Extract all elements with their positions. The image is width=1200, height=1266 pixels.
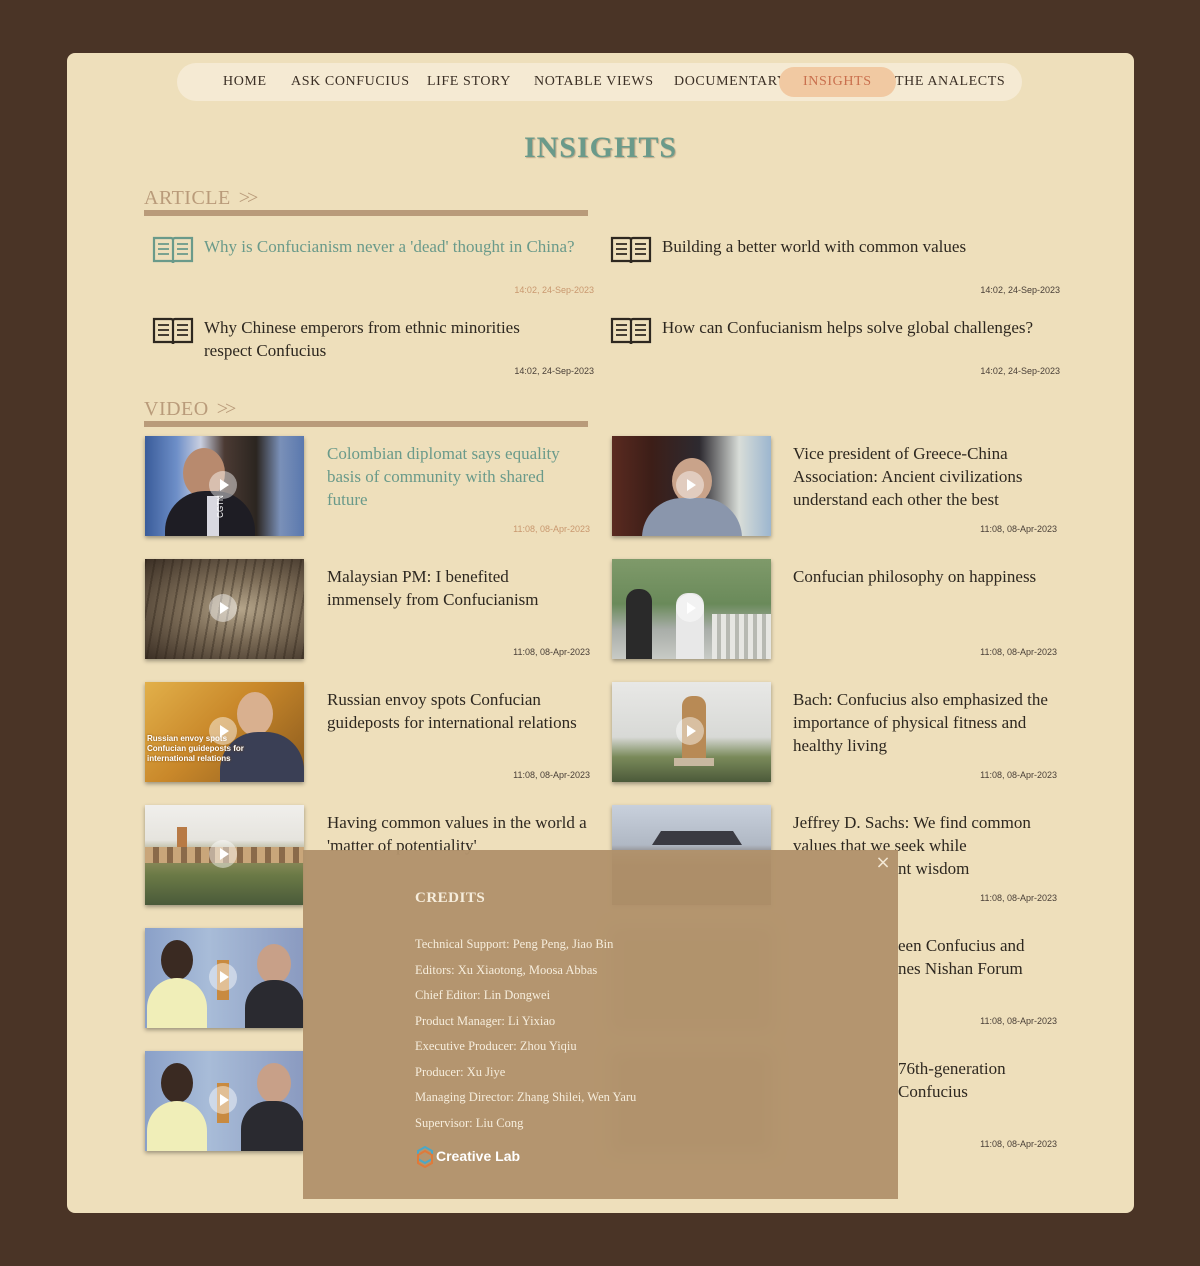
video-thumbnail bbox=[145, 559, 304, 659]
article-heading-label: ARTICLE bbox=[144, 187, 231, 209]
video-title: Colombian diplomat says equality basis o… bbox=[327, 444, 560, 509]
credits-modal: × CREDITS Technical Support: Peng Peng, … bbox=[303, 850, 898, 1199]
video-item[interactable]: Malaysian PM: I benefited immensely from… bbox=[145, 559, 590, 659]
credit-row: Chief Editor: Lin Dongwei bbox=[415, 988, 551, 1002]
thumbnail-caption: Russian envoy spots Confucian guideposts… bbox=[147, 734, 244, 763]
nav-the-analects[interactable]: THE ANALECTS bbox=[895, 63, 1005, 101]
open-book-icon bbox=[610, 317, 652, 345]
credit-row: Product Manager: Li Yixiao bbox=[415, 1014, 556, 1028]
video-item[interactable]: Vice president of Greece-China Associati… bbox=[612, 436, 1057, 536]
close-icon[interactable]: × bbox=[872, 852, 894, 874]
video-timestamp: 11:08, 08-Apr-2023 bbox=[980, 524, 1057, 534]
article-title: Building a better world with common valu… bbox=[662, 237, 967, 256]
article-item[interactable]: Why Chinese emperors from ethnic minorit… bbox=[152, 316, 602, 386]
video-heading-label: VIDEO bbox=[144, 398, 209, 420]
open-book-icon bbox=[610, 236, 652, 264]
video-timestamp: 11:08, 08-Apr-2023 bbox=[980, 1139, 1057, 1149]
article-section-heading: ARTICLE >> bbox=[144, 187, 588, 210]
double-chevron-icon: >> bbox=[216, 398, 236, 420]
video-title: Russian envoy spots Confucian guideposts… bbox=[327, 690, 577, 732]
video-item[interactable]: Russian envoy spots Confucian guideposts… bbox=[145, 682, 590, 782]
video-timestamp: 11:08, 08-Apr-2023 bbox=[980, 770, 1057, 780]
video-thumbnail bbox=[612, 682, 771, 782]
article-title: How can Confucianism helps solve global … bbox=[662, 318, 1034, 337]
video-timestamp: 11:08, 08-Apr-2023 bbox=[980, 1016, 1057, 1026]
nav-home[interactable]: HOME bbox=[223, 63, 267, 101]
credit-row: Editors: Xu Xiaotong, Moosa Abbas bbox=[415, 963, 598, 977]
play-icon bbox=[676, 717, 704, 745]
article-timestamp: 14:02, 24-Sep-2023 bbox=[980, 285, 1060, 295]
video-thumbnail bbox=[145, 928, 304, 1028]
video-timestamp: 11:08, 08-Apr-2023 bbox=[513, 770, 590, 780]
double-chevron-icon: >> bbox=[238, 187, 258, 209]
video-section-heading: VIDEO >> bbox=[144, 398, 588, 421]
video-thumbnail bbox=[145, 805, 304, 905]
nav-ask-confucius[interactable]: ASK CONFUCIUS bbox=[291, 63, 410, 101]
nav-documentary[interactable]: DOCUMENTARY bbox=[674, 63, 788, 101]
credit-row: Technical Support: Peng Peng, Jiao Bin bbox=[415, 937, 614, 951]
credits-heading: CREDITS bbox=[415, 890, 486, 906]
video-title: Vice president of Greece-China Associati… bbox=[793, 444, 1023, 509]
play-icon bbox=[209, 471, 237, 499]
play-icon bbox=[209, 840, 237, 868]
video-timestamp: 11:08, 08-Apr-2023 bbox=[980, 893, 1057, 903]
credit-row: Producer: Xu Jiye bbox=[415, 1065, 506, 1079]
play-icon bbox=[209, 1086, 237, 1114]
video-title: Malaysian PM: I benefited immensely from… bbox=[327, 567, 539, 609]
video-thumbnail bbox=[612, 559, 771, 659]
video-timestamp: 11:08, 08-Apr-2023 bbox=[513, 524, 590, 534]
video-title-continued: nt wisdom bbox=[898, 859, 970, 878]
nav-insights[interactable]: INSIGHTS bbox=[779, 67, 896, 97]
credit-row: Managing Director: Zhang Shilei, Wen Yar… bbox=[415, 1090, 637, 1104]
play-icon bbox=[209, 594, 237, 622]
play-icon bbox=[209, 717, 237, 745]
article-item[interactable]: Building a better world with common valu… bbox=[610, 235, 1060, 305]
video-thumbnail bbox=[612, 436, 771, 536]
credit-row: Executive Producer: Zhou Yiqiu bbox=[415, 1039, 577, 1053]
article-timestamp: 14:02, 24-Sep-2023 bbox=[514, 366, 594, 376]
video-item[interactable]: Bach: Confucius also emphasized the impo… bbox=[612, 682, 1057, 782]
article-title: Why Chinese emperors from ethnic minorit… bbox=[204, 318, 520, 360]
top-nav: HOME ASK CONFUCIUS LIFE STORY NOTABLE VI… bbox=[177, 63, 1022, 101]
play-icon bbox=[676, 471, 704, 499]
open-book-icon bbox=[152, 317, 194, 345]
page-title: INSIGHTS bbox=[523, 131, 678, 164]
video-thumbnail bbox=[145, 1051, 304, 1151]
video-title: een Confucius and nes Nishan Forum bbox=[898, 936, 1025, 978]
video-timestamp: 11:08, 08-Apr-2023 bbox=[513, 647, 590, 657]
nav-notable-views[interactable]: NOTABLE VIEWS bbox=[534, 63, 654, 101]
article-timestamp: 14:02, 24-Sep-2023 bbox=[980, 366, 1060, 376]
video-section-rule bbox=[144, 421, 588, 427]
article-title: Why is Confucianism never a 'dead' thoug… bbox=[204, 237, 575, 256]
video-item[interactable]: CGTN Colombian diplomat says equality ba… bbox=[145, 436, 590, 536]
video-title: Bach: Confucius also emphasized the impo… bbox=[793, 690, 1048, 755]
open-book-icon bbox=[152, 236, 194, 264]
video-thumbnail: Russian envoy spots Confucian guideposts… bbox=[145, 682, 304, 782]
credit-row: Supervisor: Liu Cong bbox=[415, 1116, 524, 1130]
article-section-rule bbox=[144, 210, 588, 216]
article-item[interactable]: Why is Confucianism never a 'dead' thoug… bbox=[152, 235, 602, 305]
creative-lab-label: Creative Lab bbox=[436, 1148, 521, 1164]
article-item[interactable]: How can Confucianism helps solve global … bbox=[610, 316, 1060, 386]
video-item[interactable]: Confucian philosophy on happiness 11:08,… bbox=[612, 559, 1057, 659]
video-title: 76th-generation Confucius bbox=[898, 1059, 1006, 1101]
video-timestamp: 11:08, 08-Apr-2023 bbox=[980, 647, 1057, 657]
video-thumbnail: CGTN bbox=[145, 436, 304, 536]
article-timestamp: 14:02, 24-Sep-2023 bbox=[514, 285, 594, 295]
creative-lab-icon bbox=[417, 1146, 433, 1168]
play-icon bbox=[209, 963, 237, 991]
play-icon bbox=[676, 594, 704, 622]
nav-life-story[interactable]: LIFE STORY bbox=[427, 63, 511, 101]
video-title: Confucian philosophy on happiness bbox=[793, 567, 1037, 586]
